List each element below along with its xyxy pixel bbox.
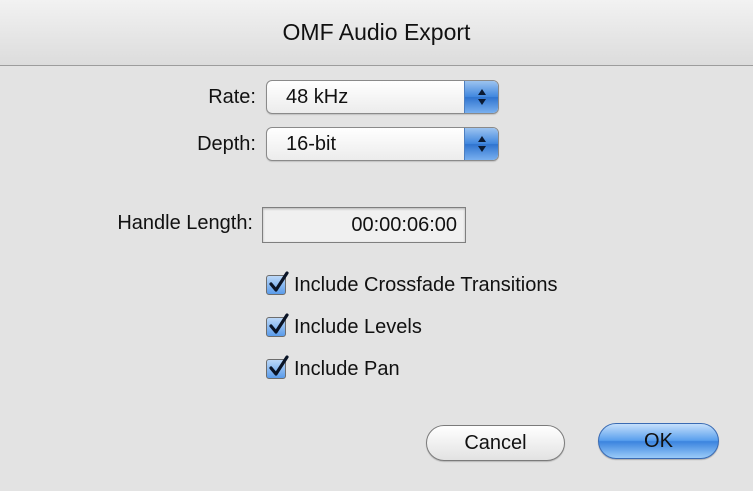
checkmark-icon xyxy=(269,271,289,292)
rate-label: Rate: xyxy=(208,86,256,108)
dialog-title: OMF Audio Export xyxy=(282,19,471,45)
handle-length-value: 00:00:06:00 xyxy=(351,213,457,236)
pan-option[interactable]: Include Pan xyxy=(266,355,400,382)
levels-label: Include Levels xyxy=(294,315,422,338)
crossfade-option[interactable]: Include Crossfade Transitions xyxy=(266,271,558,298)
depth-value: 16-bit xyxy=(286,132,337,155)
ok-button[interactable]: OK xyxy=(598,423,719,459)
dialog-title-bar: OMF Audio Export xyxy=(0,0,753,66)
up-down-arrows-icon xyxy=(464,81,498,113)
cancel-button[interactable]: Cancel xyxy=(426,425,565,461)
crossfade-checkbox[interactable] xyxy=(266,271,289,295)
rate-value: 48 kHz xyxy=(286,85,349,108)
handle-length-label: Handle Length: xyxy=(117,212,253,234)
pan-checkbox[interactable] xyxy=(266,355,289,379)
levels-option[interactable]: Include Levels xyxy=(266,313,422,340)
depth-label: Depth: xyxy=(197,133,256,155)
crossfade-label: Include Crossfade Transitions xyxy=(294,273,558,296)
checkmark-icon xyxy=(269,313,289,334)
depth-popup[interactable]: 16-bit xyxy=(266,127,499,161)
pan-label: Include Pan xyxy=(294,357,400,380)
handle-length-field[interactable]: 00:00:06:00 xyxy=(262,207,466,243)
checkmark-icon xyxy=(269,355,289,376)
rate-popup[interactable]: 48 kHz xyxy=(266,80,499,114)
levels-checkbox[interactable] xyxy=(266,313,289,337)
up-down-arrows-icon xyxy=(464,128,498,160)
